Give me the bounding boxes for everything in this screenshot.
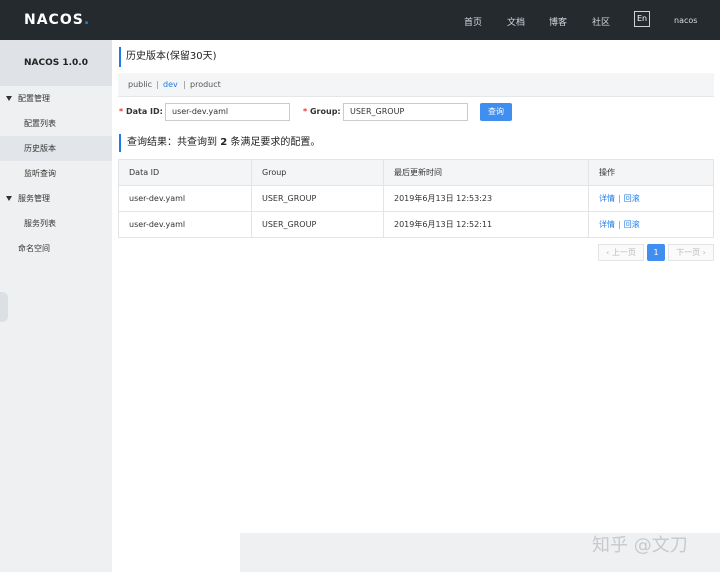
query-button[interactable]: 查询 [480,103,512,121]
page-1-button[interactable]: 1 [647,244,665,261]
sidebar-item-label: 配置管理 [18,94,50,103]
sidebar-item-label: 历史版本 [24,144,56,153]
cell-time: 2019年6月13日 12:53:23 [383,185,589,212]
column-data-id: Data ID [118,159,252,186]
sidebar-item-label: 监听查询 [24,169,56,178]
sidebar: NACOS 1.0.0 配置管理 配置列表 历史版本 监听查询 服务管理 服务列… [0,40,112,572]
nav-home[interactable]: 首页 [464,15,482,28]
column-actions: 操作 [588,159,714,186]
rollback-link[interactable]: 回滚 [624,220,640,229]
namespace-bar: public | dev | product [118,73,714,97]
sidebar-item-history[interactable]: 历史版本 [0,136,112,161]
page-title: 历史版本(保留30天) [119,47,217,67]
cell-actions: 详情 | 回滚 [588,211,714,238]
cell-time: 2019年6月13日 12:52:11 [383,211,589,238]
watermark: 知乎 @文刀 [592,535,688,556]
cell-data-id: user-dev.yaml [118,211,252,238]
cell-group: USER_GROUP [251,185,384,212]
group-label: * Group: [303,107,341,116]
sidebar-title: NACOS 1.0.0 [0,40,112,86]
namespace-public[interactable]: public [128,73,152,97]
column-group: Group [251,159,384,186]
sidebar-item-config-list[interactable]: 配置列表 [0,111,112,136]
cell-group: USER_GROUP [251,211,384,238]
prev-page-button[interactable]: ‹ 上一页 [598,244,644,261]
sidebar-collapse-handle[interactable] [0,292,8,322]
nav-docs[interactable]: 文档 [507,15,525,28]
sidebar-group-service[interactable]: 服务管理 [0,186,112,211]
sidebar-item-label: 服务列表 [24,219,56,228]
data-id-label: * Data ID: [119,107,163,116]
sidebar-item-namespace[interactable]: 命名空间 [0,236,112,261]
table-header-row: Data ID Group 最后更新时间 操作 [118,159,714,186]
caret-down-icon [6,96,12,101]
sidebar-item-label: 命名空间 [18,244,50,253]
cell-actions: 详情 | 回滚 [588,185,714,212]
data-id-input[interactable]: user-dev.yaml [165,103,290,121]
table-row: user-dev.yaml USER_GROUP 2019年6月13日 12:5… [118,211,714,238]
table-row: user-dev.yaml USER_GROUP 2019年6月13日 12:5… [118,185,714,212]
cell-data-id: user-dev.yaml [118,185,252,212]
sidebar-item-service-list[interactable]: 服务列表 [0,211,112,236]
detail-link[interactable]: 详情 [599,220,615,229]
result-count: 2 [220,137,228,148]
result-summary: 查询结果：共查询到 2 条满足要求的配置。 [119,134,320,152]
chevron-left-icon: ‹ [606,248,610,257]
sidebar-item-label: 服务管理 [18,194,50,203]
namespace-dev[interactable]: dev [163,73,178,97]
detail-link[interactable]: 详情 [599,194,615,203]
column-last-updated: 最后更新时间 [383,159,589,186]
nav-community[interactable]: 社区 [592,15,610,28]
sidebar-group-config[interactable]: 配置管理 [0,86,112,111]
chevron-right-icon: › [702,248,706,257]
caret-down-icon [6,196,12,201]
rollback-link[interactable]: 回滚 [624,194,640,203]
nacos-logo[interactable]: NACOS. [24,12,90,28]
next-page-button[interactable]: 下一页 › [668,244,714,261]
sidebar-item-listener-query[interactable]: 监听查询 [0,161,112,186]
language-switch[interactable]: En [634,11,650,27]
nav-blog[interactable]: 博客 [549,15,567,28]
user-menu[interactable]: nacos [674,16,697,25]
history-table: Data ID Group 最后更新时间 操作 user-dev.yaml US… [118,159,714,238]
group-input[interactable]: USER_GROUP [343,103,468,121]
top-bar: NACOS. 首页 文档 博客 社区 En nacos [0,0,720,40]
namespace-product[interactable]: product [190,73,221,97]
sidebar-item-label: 配置列表 [24,119,56,128]
